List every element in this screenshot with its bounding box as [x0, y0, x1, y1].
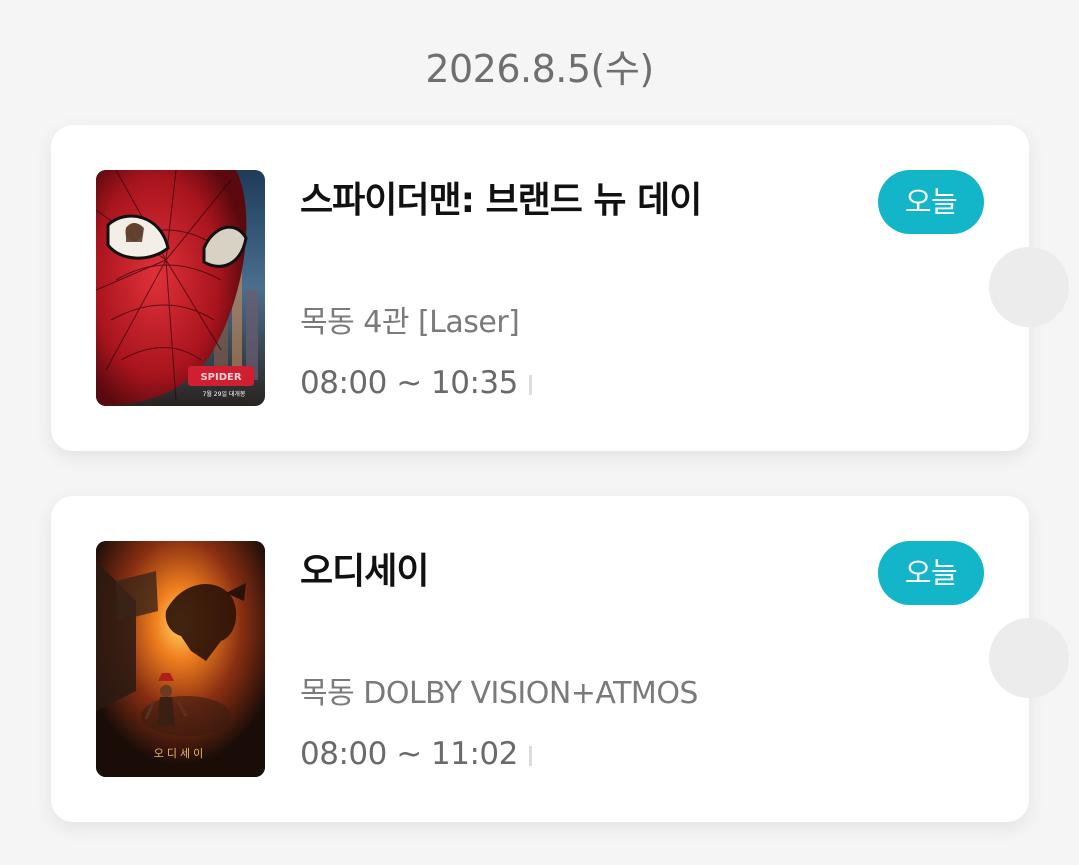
date-header: 2026.8.5(수): [425, 47, 654, 91]
showtime: 08:00 ~ 10:35: [300, 365, 518, 401]
showtime: 08:00 ~ 11:02: [300, 736, 518, 772]
movie-title: 스파이더맨: 브랜드 뉴 데이: [300, 180, 702, 221]
divider: [529, 375, 532, 395]
today-badge: 오늘: [878, 170, 984, 234]
ticket-notch: [989, 247, 1069, 327]
ticket-card[interactable]: SPIDER 7월 29일 대개봉 스파이더맨: 브랜드 뉴 데이 오늘 목동 …: [51, 125, 1069, 451]
theater-info: 목동 4관 [Laser]: [300, 305, 520, 340]
svg-text:오디세이: 오디세이: [154, 747, 206, 760]
svg-text:7월 29일 대개봉: 7월 29일 대개봉: [203, 390, 246, 398]
ticket-notch: [989, 618, 1069, 698]
svg-text:SPIDER: SPIDER: [200, 372, 241, 383]
spiderman-poster-image: SPIDER 7월 29일 대개봉: [96, 170, 265, 406]
movie-poster[interactable]: 오디세이: [96, 541, 265, 777]
ticket-card[interactable]: 오디세이 오디세이 오늘 목동 DOLBY VISION+ATMOS 08:00…: [51, 496, 1069, 822]
movie-title: 오디세이: [300, 551, 429, 592]
theater-info: 목동 DOLBY VISION+ATMOS: [300, 676, 698, 711]
movie-poster[interactable]: SPIDER 7월 29일 대개봉: [96, 170, 265, 406]
odyssey-poster-image: 오디세이: [96, 541, 265, 777]
today-badge: 오늘: [878, 541, 984, 605]
divider: [529, 746, 532, 766]
